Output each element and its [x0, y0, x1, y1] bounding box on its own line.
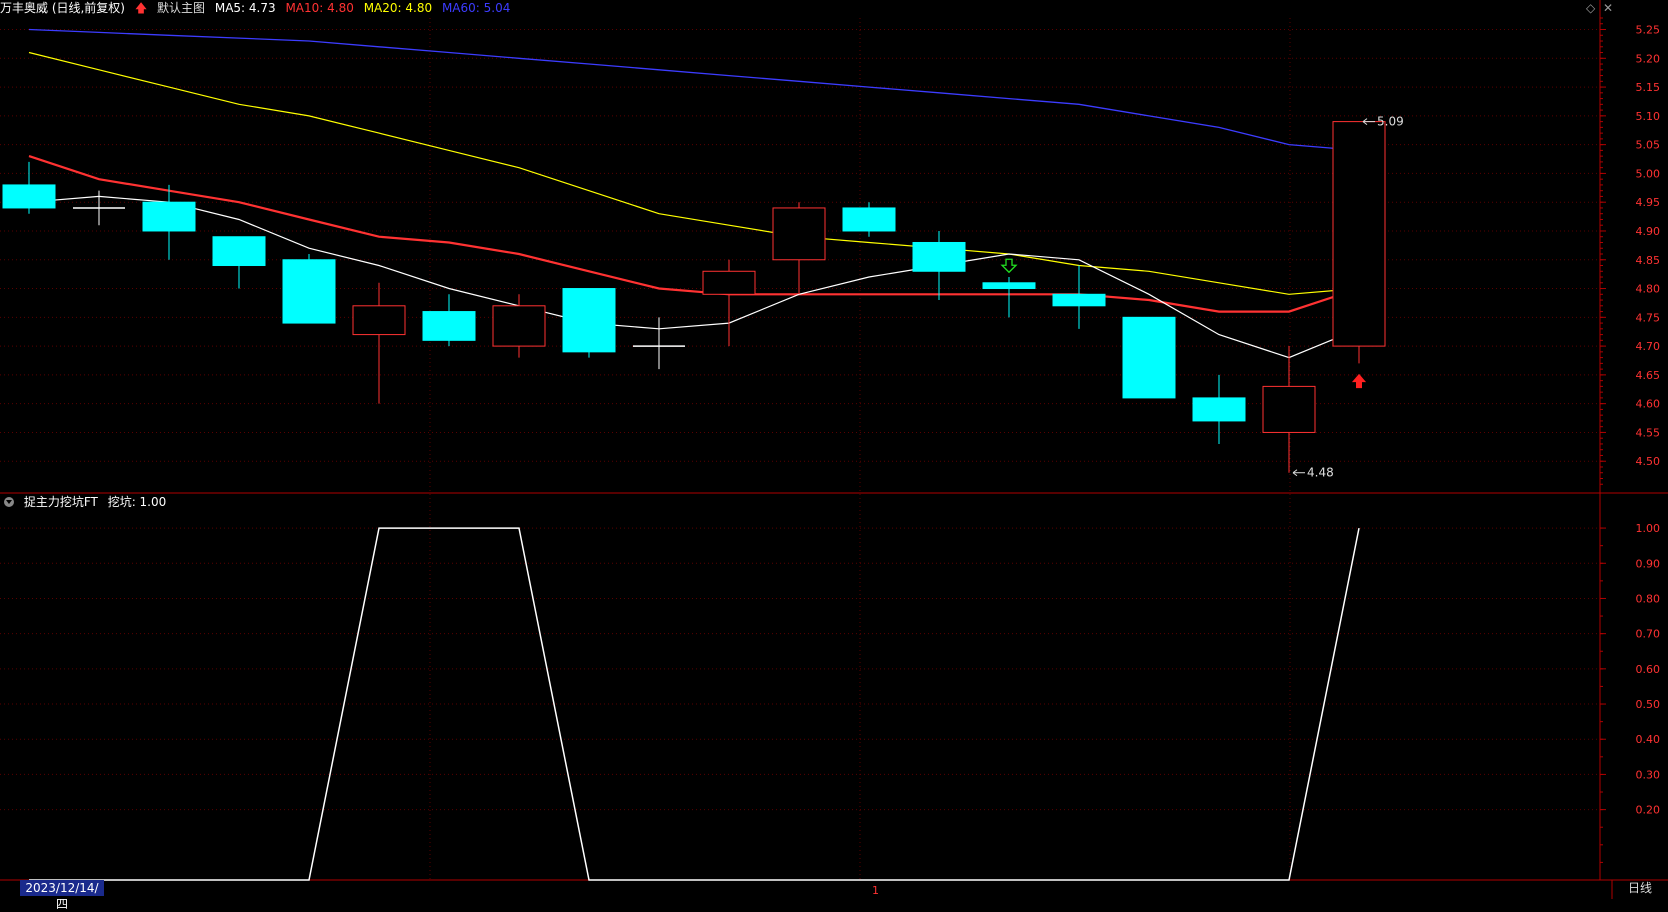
main-chart-header: 万丰奥威 (日线,前复权) 🡅 默认主图 MA5: 4.73 MA10: 4.8…: [0, 0, 516, 16]
indicator-tick-label: 0.40: [1636, 733, 1661, 746]
price-tick-label: 4.60: [1636, 398, 1661, 411]
price-tick-label: 5.00: [1636, 167, 1661, 180]
price-tick-label: 5.15: [1636, 81, 1661, 94]
price-tick-label: 4.90: [1636, 225, 1661, 238]
price-tick-label: 4.50: [1636, 455, 1661, 468]
ma10-label: MA10: 4.80: [285, 1, 354, 15]
ma60-label: MA60: 5.04: [441, 1, 511, 15]
price-tick-label: 4.65: [1636, 369, 1661, 382]
period-tab[interactable]: 日线: [1612, 880, 1668, 896]
candle-body[interactable]: [1262, 385, 1316, 433]
ma20-label: MA20: 4.80: [363, 1, 433, 15]
price-tick-label: 5.25: [1636, 24, 1661, 37]
price-annotation-label: 5.09: [1377, 115, 1404, 129]
ma5-label: MA5: 4.73: [214, 1, 276, 15]
time-marker-label: 1: [872, 884, 879, 897]
close-icon[interactable]: ✕: [1603, 2, 1615, 14]
price-tick-label: 4.95: [1636, 196, 1661, 209]
candle-body[interactable]: [2, 184, 56, 209]
candle-body[interactable]: [1122, 316, 1176, 399]
chart-canvas[interactable]: 4.50 4.55 4.60 4.65 4.70 4.75 4.80 4.85 4.90 4.95…: [0, 0, 1668, 899]
price-tick-label: 5.20: [1636, 52, 1661, 65]
price-tick-label: 5.05: [1636, 139, 1661, 152]
price-tick-label: 4.70: [1636, 340, 1661, 353]
candle-body[interactable]: [212, 236, 266, 267]
stock-chart-window[interactable]: 4.50 4.55 4.60 4.65 4.70 4.75 4.80 4.85 4.90 4.95…: [0, 0, 1668, 911]
up-arrow-icon: 🡅: [134, 1, 148, 15]
indicator-tick-label: 0.80: [1636, 592, 1661, 605]
indicator-tick-label: 0.20: [1636, 804, 1661, 817]
indicator-tick-label: 0.60: [1636, 663, 1661, 676]
price-tick-label: 4.55: [1636, 426, 1661, 439]
price-annotation-label: 4.48: [1307, 466, 1334, 480]
candle-body[interactable]: [562, 288, 616, 353]
stock-title[interactable]: 万丰奥威 (日线,前复权): [0, 1, 125, 15]
sub-chart-header: 捉主力挖坑FT 挖坑: 1.00: [4, 494, 172, 510]
candle-body[interactable]: [1332, 121, 1386, 347]
candle-body[interactable]: [1052, 293, 1106, 307]
candle-body[interactable]: [352, 305, 406, 336]
indicator-tick-label: 0.50: [1636, 698, 1661, 711]
candle-body[interactable]: [422, 311, 476, 341]
price-tick-label: 5.10: [1636, 110, 1661, 123]
candle-body[interactable]: [912, 241, 966, 272]
indicator-tick-label: 0.90: [1636, 557, 1661, 570]
candle-body[interactable]: [492, 305, 546, 347]
price-tick-label: 4.75: [1636, 311, 1661, 324]
buy-signal-icon: [1351, 373, 1367, 389]
indicator-tick-label: 0.30: [1636, 768, 1661, 781]
candle-body[interactable]: [142, 201, 196, 232]
indicator-name[interactable]: 捉主力挖坑FT: [24, 495, 98, 509]
template-label[interactable]: 默认主图: [157, 1, 205, 15]
candle-body[interactable]: [282, 259, 336, 324]
indicator-tick-label: 1.00: [1636, 522, 1661, 535]
candle-body[interactable]: [842, 207, 896, 232]
candle-body[interactable]: [982, 282, 1036, 290]
candle-body[interactable]: [772, 207, 826, 261]
indicator-tick-label: 0.70: [1636, 628, 1661, 641]
price-tick-label: 4.85: [1636, 254, 1661, 267]
sell-signal-icon: [1000, 258, 1018, 274]
ma60-line: [28, 28, 1360, 152]
cursor-date: 2023/12/14/四: [20, 880, 104, 911]
indicator-value: 挖坑: 1.00: [107, 495, 167, 509]
expand-icon[interactable]: ◇: [1586, 2, 1598, 14]
candle-body[interactable]: [702, 270, 756, 295]
candle-body[interactable]: [1192, 397, 1246, 422]
dropdown-icon[interactable]: [4, 497, 14, 507]
price-tick-label: 4.80: [1636, 283, 1661, 296]
